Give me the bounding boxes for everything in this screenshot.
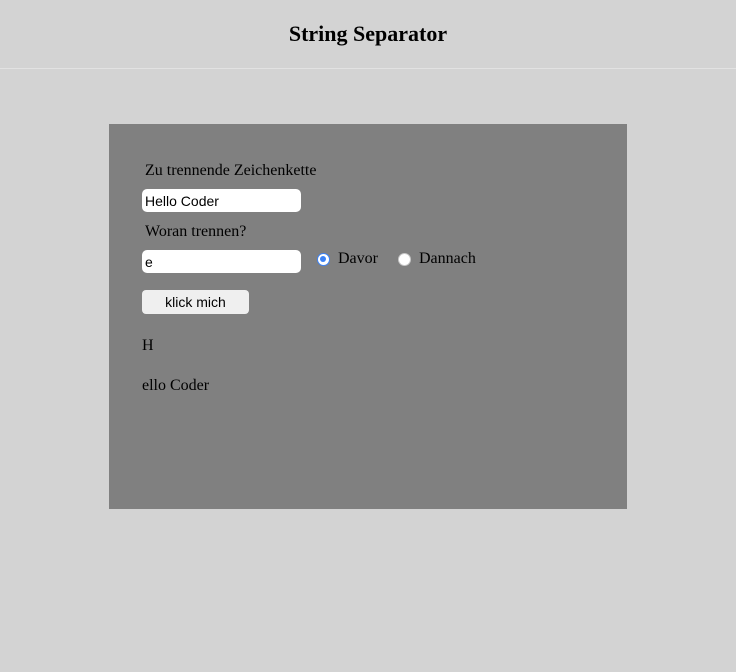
string-input[interactable] <box>142 189 301 212</box>
radio-davor-label: Davor <box>338 250 378 267</box>
radio-option-dannach[interactable]: Dannach <box>398 250 476 268</box>
page-header: String Separator <box>0 0 736 69</box>
string-label: Zu trennende Zeichenkette <box>145 162 317 179</box>
separator-panel: Zu trennende Zeichenkette Woran trennen?… <box>109 124 627 509</box>
separator-input[interactable] <box>142 250 301 273</box>
radio-option-davor[interactable]: Davor <box>317 250 378 268</box>
separator-label: Woran trennen? <box>145 223 247 240</box>
split-button[interactable]: klick mich <box>142 290 249 314</box>
radio-dannach-label: Dannach <box>419 250 476 267</box>
result-second: ello Coder <box>142 377 210 394</box>
page-title: String Separator <box>288 21 448 46</box>
result-first: H <box>142 337 154 354</box>
radio-dannach[interactable] <box>398 252 411 266</box>
radio-davor[interactable] <box>317 252 330 266</box>
